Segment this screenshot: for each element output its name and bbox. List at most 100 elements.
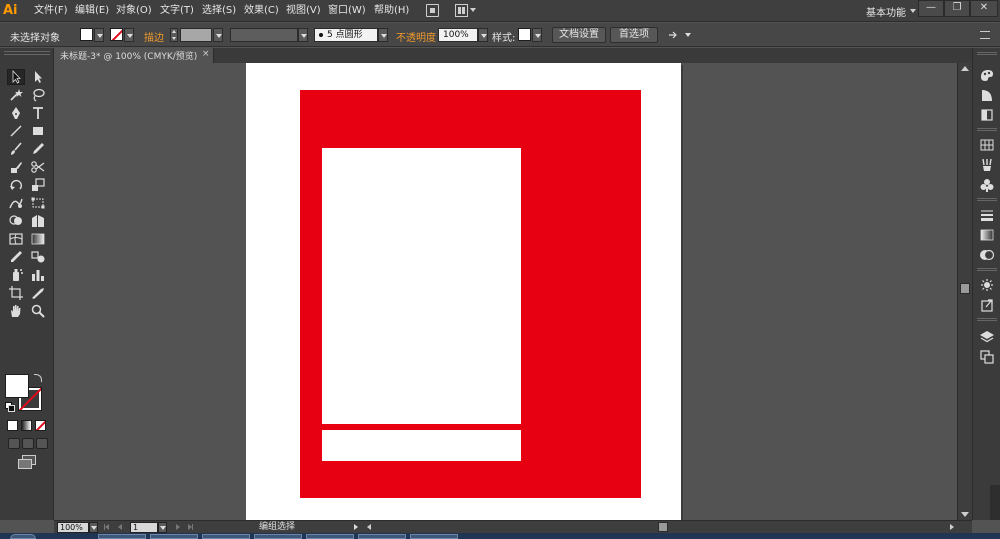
hand-tool-icon[interactable]	[8, 304, 24, 318]
white-inner-rectangle[interactable]	[322, 148, 521, 424]
taskbar-item[interactable]	[98, 534, 146, 539]
control-bar-options-icon[interactable]	[668, 30, 680, 40]
document-setup-button[interactable]: 文档设置	[552, 27, 606, 43]
artboard-number-dropdown[interactable]	[158, 522, 167, 533]
panel-grip[interactable]	[4, 51, 50, 55]
symbol-sprayer-tool-icon[interactable]	[8, 268, 24, 282]
zoom-level-field[interactable]: 100%	[57, 522, 89, 533]
scissors-tool-icon[interactable]	[30, 160, 46, 174]
shape-builder-tool-icon[interactable]	[8, 214, 24, 228]
canvas-area[interactable]	[54, 63, 957, 520]
taskbar-item[interactable]	[358, 534, 406, 539]
gradient-panel-icon[interactable]	[979, 228, 995, 242]
vertical-scroll-thumb[interactable]	[960, 283, 970, 294]
none-mode-button[interactable]	[35, 420, 46, 431]
eyedropper-tool-icon[interactable]	[8, 250, 24, 264]
pen-tool-icon[interactable]	[8, 106, 24, 120]
scale-tool-icon[interactable]	[30, 178, 46, 192]
previous-artboard-icon[interactable]	[118, 524, 122, 530]
screen-mode-icon[interactable]	[18, 455, 36, 469]
graphic-styles-panel-icon[interactable]	[979, 278, 995, 292]
brush-definition-field[interactable]: 5 点圆形	[314, 28, 378, 42]
stroke-panel-icon[interactable]	[979, 208, 995, 222]
gradient-mode-button[interactable]	[21, 420, 32, 431]
scroll-up-icon[interactable]	[961, 66, 969, 71]
lasso-tool-icon[interactable]	[30, 88, 46, 102]
taskbar-item[interactable]	[254, 534, 302, 539]
brush-definition-dropdown[interactable]	[378, 28, 388, 42]
stroke-weight-field[interactable]	[180, 28, 212, 42]
panel-menu-icon[interactable]	[980, 31, 990, 39]
graphic-style-dropdown[interactable]	[532, 28, 542, 42]
scroll-right-icon[interactable]	[950, 524, 954, 530]
taskbar-item[interactable]	[410, 534, 458, 539]
rectangle-tool-icon[interactable]	[30, 124, 46, 138]
zoom-dropdown[interactable]	[89, 522, 98, 533]
scroll-down-icon[interactable]	[961, 512, 969, 517]
menu-view[interactable]: 视图(V)	[286, 4, 321, 18]
preferences-button[interactable]: 首选项	[610, 27, 658, 43]
selection-tool-icon[interactable]	[7, 69, 25, 85]
layers-panel-icon[interactable]	[979, 330, 995, 344]
chevron-down-icon[interactable]	[910, 9, 916, 13]
taskbar-item[interactable]	[202, 534, 250, 539]
color-mode-button[interactable]	[7, 420, 18, 431]
taskbar-item[interactable]	[306, 534, 354, 539]
slice-tool-icon[interactable]	[30, 286, 46, 300]
blend-tool-icon[interactable]	[30, 250, 46, 264]
fill-color-swatch[interactable]	[80, 28, 93, 41]
variable-width-profile[interactable]	[230, 28, 298, 42]
scroll-left-icon[interactable]	[367, 524, 371, 530]
white-bottom-bar[interactable]	[322, 430, 521, 461]
menu-type[interactable]: 文字(T)	[160, 4, 194, 18]
paintbrush-tool-icon[interactable]	[8, 142, 24, 156]
color-panel-icon[interactable]	[979, 68, 995, 82]
blob-brush-tool-icon[interactable]	[8, 160, 24, 174]
dock-grip[interactable]	[977, 52, 997, 55]
arrange-documents-icon[interactable]	[455, 4, 477, 17]
gradient-tool-icon[interactable]	[30, 232, 46, 246]
graphic-style-swatch[interactable]	[518, 28, 531, 41]
warp-tool-icon[interactable]	[8, 196, 24, 210]
chevron-down-icon[interactable]	[685, 33, 691, 37]
default-fill-stroke-icon[interactable]	[5, 402, 15, 412]
menu-window[interactable]: 窗口(W)	[328, 4, 366, 18]
direct-selection-tool-icon[interactable]	[30, 70, 46, 84]
artboard-number-field[interactable]: 1	[130, 522, 158, 533]
export-panel-icon[interactable]	[979, 298, 995, 312]
mesh-tool-icon[interactable]	[8, 232, 24, 246]
free-transform-tool-icon[interactable]	[30, 196, 46, 210]
draw-normal-icon[interactable]	[8, 438, 20, 449]
stroke-weight-dropdown[interactable]	[213, 28, 223, 42]
close-button[interactable]: ✕	[970, 0, 998, 17]
artboard[interactable]	[246, 63, 681, 520]
artboards-panel-icon[interactable]	[979, 350, 995, 364]
magic-wand-tool-icon[interactable]	[8, 88, 24, 102]
symbols-panel-icon[interactable]	[979, 178, 995, 192]
opacity-dropdown[interactable]	[478, 28, 488, 42]
fill-dropdown[interactable]	[94, 28, 104, 42]
menu-select[interactable]: 选择(S)	[202, 4, 236, 18]
menu-edit[interactable]: 编辑(E)	[75, 4, 109, 18]
menu-help[interactable]: 帮助(H)	[374, 4, 409, 18]
menu-object[interactable]: 对象(O)	[116, 4, 152, 18]
rotate-tool-icon[interactable]	[8, 178, 24, 192]
opacity-field[interactable]: 100%	[438, 28, 478, 42]
opacity-label-link[interactable]: 不透明度	[396, 29, 436, 44]
draw-inside-icon[interactable]	[36, 438, 48, 449]
brushes-panel-icon[interactable]	[979, 158, 995, 172]
swap-fill-stroke-icon[interactable]	[34, 374, 42, 382]
column-graph-tool-icon[interactable]	[30, 268, 46, 282]
vertical-scrollbar[interactable]	[957, 63, 972, 520]
swatches-panel-icon[interactable]	[979, 138, 995, 152]
stroke-label-link[interactable]: 描边	[144, 29, 164, 44]
zoom-tool-icon[interactable]	[30, 304, 46, 318]
stroke-weight-spinner[interactable]	[170, 28, 178, 42]
stroke-color-swatch[interactable]	[110, 28, 123, 41]
document-tab[interactable]: 未标题-3* @ 100% (CMYK/预览) ×	[54, 48, 214, 63]
go-to-bridge-icon[interactable]	[426, 4, 439, 17]
menu-file[interactable]: 文件(F)	[34, 4, 68, 18]
color-guide-icon[interactable]	[979, 88, 995, 102]
restore-button[interactable]: ❐	[944, 0, 970, 17]
menu-effect[interactable]: 效果(C)	[244, 4, 279, 18]
